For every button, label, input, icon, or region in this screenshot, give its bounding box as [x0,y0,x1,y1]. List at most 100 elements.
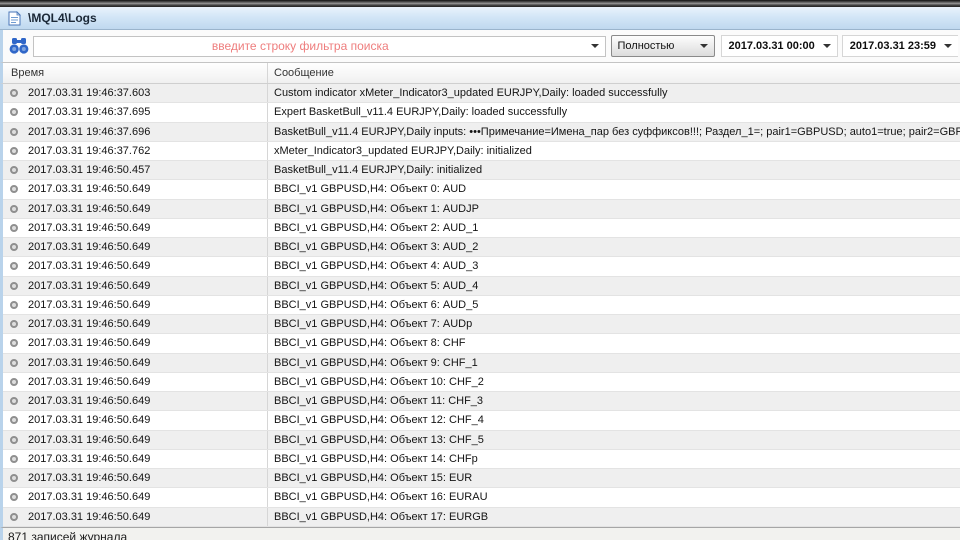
table-row[interactable]: 2017.03.31 19:46:50.649 BBCI_v1 GBPUSD,H… [3,277,960,296]
log-time-cell: 2017.03.31 19:46:50.649 [3,219,268,237]
log-message-cell: BasketBull_v11.4 EURJPY,Daily: initializ… [268,164,960,176]
log-message-cell: BBCI_v1 GBPUSD,H4: Объект 14: CHFp [268,453,960,465]
log-time-cell: 2017.03.31 19:46:50.649 [3,373,268,391]
filter-mode-dropdown[interactable]: Полностью [611,35,715,57]
table-row[interactable]: 2017.03.31 19:46:50.457 BasketBull_v11.4… [3,161,960,180]
table-row[interactable]: 2017.03.31 19:46:50.649 BBCI_v1 GBPUSD,H… [3,296,960,315]
log-entry-icon [10,262,18,270]
log-time: 2017.03.31 19:46:50.649 [28,491,150,503]
table-row[interactable]: 2017.03.31 19:46:37.603 Custom indicator… [3,84,960,103]
table-row[interactable]: 2017.03.31 19:46:50.649 BBCI_v1 GBPUSD,H… [3,469,960,488]
table-row[interactable]: 2017.03.31 19:46:50.649 BBCI_v1 GBPUSD,H… [3,315,960,334]
log-table-body: 2017.03.31 19:46:37.603 Custom indicator… [0,84,960,527]
log-entry-icon [10,339,18,347]
log-entry-icon [10,205,18,213]
search-filter-combobox[interactable] [33,36,606,57]
log-time-cell: 2017.03.31 19:46:50.649 [3,508,268,526]
table-row[interactable]: 2017.03.31 19:46:37.762 xMeter_Indicator… [3,142,960,161]
log-message: BBCI_v1 GBPUSD,H4: Объект 1: AUDJP [268,203,960,215]
log-message-cell: BBCI_v1 GBPUSD,H4: Объект 12: CHF_4 [268,414,960,426]
log-entry-icon [10,474,18,482]
table-row[interactable]: 2017.03.31 19:46:50.649 BBCI_v1 GBPUSD,H… [3,392,960,411]
log-time: 2017.03.31 19:46:37.696 [28,126,150,138]
log-time-cell: 2017.03.31 19:46:37.603 [3,84,268,102]
log-message-cell: BBCI_v1 GBPUSD,H4: Объект 10: CHF_2 [268,376,960,388]
table-row[interactable]: 2017.03.31 19:46:37.696 BasketBull_v11.4… [3,123,960,142]
table-row[interactable]: 2017.03.31 19:46:37.695 Expert BasketBul… [3,103,960,122]
table-row[interactable]: 2017.03.31 19:46:50.649 BBCI_v1 GBPUSD,H… [3,508,960,527]
table-row[interactable]: 2017.03.31 19:46:50.649 BBCI_v1 GBPUSD,H… [3,257,960,276]
log-entry-icon [10,359,18,367]
log-message-cell: BBCI_v1 GBPUSD,H4: Объект 7: AUDp [268,318,960,330]
log-entry-icon [10,185,18,193]
date-from-dropdown[interactable]: 2017.03.31 00:00 [721,35,838,57]
binoculars-icon [9,37,29,55]
log-entry-icon [10,301,18,309]
log-message-cell: BBCI_v1 GBPUSD,H4: Объект 9: CHF_1 [268,357,960,369]
table-row[interactable]: 2017.03.31 19:46:50.649 BBCI_v1 GBPUSD,H… [3,373,960,392]
record-count-label: 871 записей журнала [3,530,127,540]
log-entry-icon [10,282,18,290]
log-entry-icon [10,166,18,174]
log-time: 2017.03.31 19:46:50.649 [28,241,150,253]
log-time-cell: 2017.03.31 19:46:50.649 [3,180,268,198]
date-to-value: 2017.03.31 23:59 [843,40,938,52]
table-row[interactable]: 2017.03.31 19:46:50.649 BBCI_v1 GBPUSD,H… [3,411,960,430]
log-time-cell: 2017.03.31 19:46:50.649 [3,411,268,429]
table-header: Время Сообщение [0,63,960,84]
log-entry-icon [10,378,18,386]
table-row[interactable]: 2017.03.31 19:46:50.649 BBCI_v1 GBPUSD,H… [3,488,960,507]
table-row[interactable]: 2017.03.31 19:46:50.649 BBCI_v1 GBPUSD,H… [3,200,960,219]
table-row[interactable]: 2017.03.31 19:46:50.649 BBCI_v1 GBPUSD,H… [3,431,960,450]
log-time: 2017.03.31 19:46:50.649 [28,511,150,523]
log-message: BBCI_v1 GBPUSD,H4: Объект 13: CHF_5 [268,434,960,446]
log-entry-icon [10,416,18,424]
table-row[interactable]: 2017.03.31 19:46:50.649 BBCI_v1 GBPUSD,H… [3,238,960,257]
log-message: BBCI_v1 GBPUSD,H4: Объект 0: AUD [268,183,960,195]
search-input[interactable] [34,37,585,56]
log-entry-icon [10,436,18,444]
log-time-cell: 2017.03.31 19:46:50.649 [3,200,268,218]
table-row[interactable]: 2017.03.31 19:46:50.649 BBCI_v1 GBPUSD,H… [3,450,960,469]
log-time-cell: 2017.03.31 19:46:50.649 [3,354,268,372]
log-time: 2017.03.31 19:46:50.649 [28,203,150,215]
log-time-cell: 2017.03.31 19:46:50.649 [3,238,268,256]
column-header-time[interactable]: Время [3,63,268,83]
table-row[interactable]: 2017.03.31 19:46:50.649 BBCI_v1 GBPUSD,H… [3,180,960,199]
column-header-message[interactable]: Сообщение [268,67,960,79]
document-icon [8,11,21,26]
log-time-cell: 2017.03.31 19:46:50.649 [3,277,268,295]
log-message-cell: BBCI_v1 GBPUSD,H4: Объект 15: EUR [268,472,960,484]
log-message: BBCI_v1 GBPUSD,H4: Объект 7: AUDp [268,318,960,330]
log-time-cell: 2017.03.31 19:46:50.649 [3,315,268,333]
log-time-cell: 2017.03.31 19:46:50.457 [3,161,268,179]
log-message-cell: BBCI_v1 GBPUSD,H4: Объект 5: AUD_4 [268,280,960,292]
panel-titlebar[interactable]: \MQL4\Logs [0,7,960,30]
log-message-cell: BBCI_v1 GBPUSD,H4: Объект 3: AUD_2 [268,241,960,253]
log-message: BBCI_v1 GBPUSD,H4: Объект 12: CHF_4 [268,414,960,426]
date-to-dropdown[interactable]: 2017.03.31 23:59 [842,35,958,57]
log-entry-icon [10,224,18,232]
log-time: 2017.03.31 19:46:50.649 [28,414,150,426]
table-row[interactable]: 2017.03.31 19:46:50.649 BBCI_v1 GBPUSD,H… [3,219,960,238]
log-message: BBCI_v1 GBPUSD,H4: Объект 17: EURGB [268,511,960,523]
log-message: BBCI_v1 GBPUSD,H4: Объект 16: EURAU [268,491,960,503]
log-time: 2017.03.31 19:46:50.649 [28,357,150,369]
log-time-cell: 2017.03.31 19:46:50.649 [3,469,268,487]
log-message-cell: BBCI_v1 GBPUSD,H4: Объект 6: AUD_5 [268,299,960,311]
log-message: BBCI_v1 GBPUSD,H4: Объект 3: AUD_2 [268,241,960,253]
table-row[interactable]: 2017.03.31 19:46:50.649 BBCI_v1 GBPUSD,H… [3,354,960,373]
log-time-cell: 2017.03.31 19:46:50.649 [3,450,268,468]
log-time: 2017.03.31 19:46:50.649 [28,260,150,272]
log-message-cell: BBCI_v1 GBPUSD,H4: Объект 17: EURGB [268,511,960,523]
log-message: BBCI_v1 GBPUSD,H4: Объект 4: AUD_3 [268,260,960,272]
log-message: BBCI_v1 GBPUSD,H4: Объект 6: AUD_5 [268,299,960,311]
log-message-cell: BBCI_v1 GBPUSD,H4: Объект 2: AUD_1 [268,222,960,234]
log-message-cell: BBCI_v1 GBPUSD,H4: Объект 1: AUDJP [268,203,960,215]
log-time: 2017.03.31 19:46:37.695 [28,106,150,118]
log-time-cell: 2017.03.31 19:46:50.649 [3,257,268,275]
log-message: BasketBull_v11.4 EURJPY,Daily: initializ… [268,164,960,176]
log-time: 2017.03.31 19:46:50.649 [28,395,150,407]
log-time: 2017.03.31 19:46:50.649 [28,222,150,234]
table-row[interactable]: 2017.03.31 19:46:50.649 BBCI_v1 GBPUSD,H… [3,334,960,353]
